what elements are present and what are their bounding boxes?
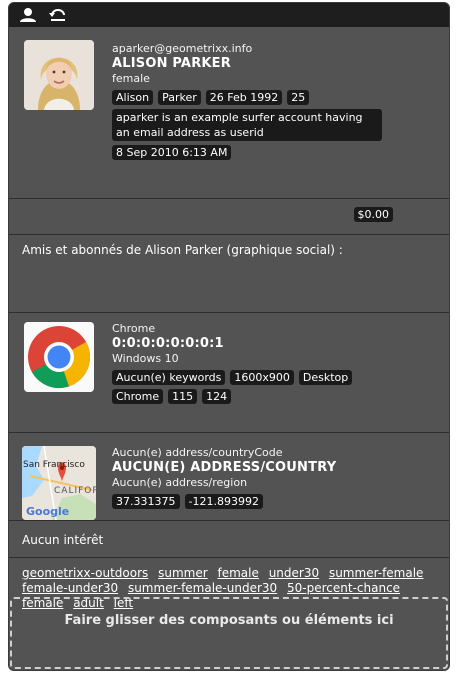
- tag-link[interactable]: 50-percent-chance: [287, 581, 400, 595]
- cart-total: $0.00: [353, 207, 393, 222]
- tag-link[interactable]: summer-female-under30: [128, 581, 277, 595]
- resolution-chip: 1600x900: [230, 370, 294, 385]
- age-chip: 25: [287, 90, 310, 105]
- drop-zone[interactable]: Faire glisser des composants ou éléments…: [10, 597, 448, 669]
- tag-link[interactable]: summer: [158, 566, 208, 580]
- social-graph-section: Amis et abonnés de Alison Parker (graphi…: [9, 235, 449, 313]
- technographics-section: Chrome 0:0:0:0:0:0:0:1 Windows 10 Aucun(…: [9, 313, 449, 433]
- interests-text: Aucun intérêt: [22, 533, 104, 547]
- browser-chip: Chrome: [112, 389, 164, 404]
- map-state-label: CALIFOR: [54, 486, 96, 496]
- browser-name: Chrome: [112, 322, 156, 335]
- google-logo: Google: [26, 505, 70, 518]
- keywords-chip: Aucun(e) keywords: [112, 370, 226, 385]
- undo-icon[interactable]: [48, 6, 68, 24]
- device-chip: Desktop: [298, 370, 353, 385]
- os-name: Windows 10: [112, 352, 179, 365]
- client-context-panel: aparker@geometrixx.info ALISON PARKER fe…: [8, 2, 450, 671]
- profile-name: ALISON PARKER: [112, 56, 231, 71]
- interests-section: Aucun intérêt: [9, 521, 449, 558]
- birthday-chip: 26 Feb 1992: [205, 90, 283, 105]
- profile-description: aparker is an example surfer account hav…: [112, 109, 382, 141]
- geolocation-section: San Francisco CALIFOR Google Aucun(e) ad…: [9, 433, 449, 521]
- map-city-label: San Francisco: [23, 460, 85, 470]
- longitude-chip: -121.893992: [184, 494, 263, 509]
- country-code: Aucun(e) address/countryCode: [112, 446, 283, 459]
- region-name: Aucun(e) address/region: [112, 476, 248, 489]
- drop-zone-label: Faire glisser des composants ou éléments…: [64, 613, 394, 628]
- browser-version-chip: 115: [168, 389, 198, 404]
- toolbar: [9, 3, 449, 27]
- social-graph-title: Amis et abonnés de Alison Parker (graphi…: [22, 243, 343, 257]
- tag-link[interactable]: summer-female: [329, 566, 423, 580]
- browser-version-chip-2: 124: [202, 389, 232, 404]
- profile-email: aparker@geometrixx.info: [112, 42, 253, 55]
- last-name-chip: Parker: [158, 90, 201, 105]
- profile-date: 8 Sep 2010 6:13 AM: [112, 145, 232, 160]
- chrome-icon: [24, 322, 94, 392]
- profile-section: aparker@geometrixx.info ALISON PARKER fe…: [9, 27, 449, 199]
- latitude-chip: 37.331375: [112, 494, 180, 509]
- map-thumbnail[interactable]: San Francisco CALIFOR Google: [22, 446, 96, 520]
- tag-link[interactable]: female: [218, 566, 259, 580]
- profile-avatar[interactable]: [24, 40, 94, 110]
- tag-link[interactable]: female-under30: [22, 581, 118, 595]
- tag-link[interactable]: under30: [269, 566, 319, 580]
- user-icon[interactable]: [18, 6, 38, 24]
- profile-gender: female: [112, 72, 150, 85]
- cart-section: $0.00: [9, 199, 449, 235]
- tag-link[interactable]: geometrixx-outdoors: [22, 566, 148, 580]
- first-name-chip: Alison: [112, 90, 154, 105]
- country-name: AUCUN(E) ADDRESS/COUNTRY: [112, 460, 337, 475]
- ip-address: 0:0:0:0:0:0:0:1: [112, 336, 224, 351]
